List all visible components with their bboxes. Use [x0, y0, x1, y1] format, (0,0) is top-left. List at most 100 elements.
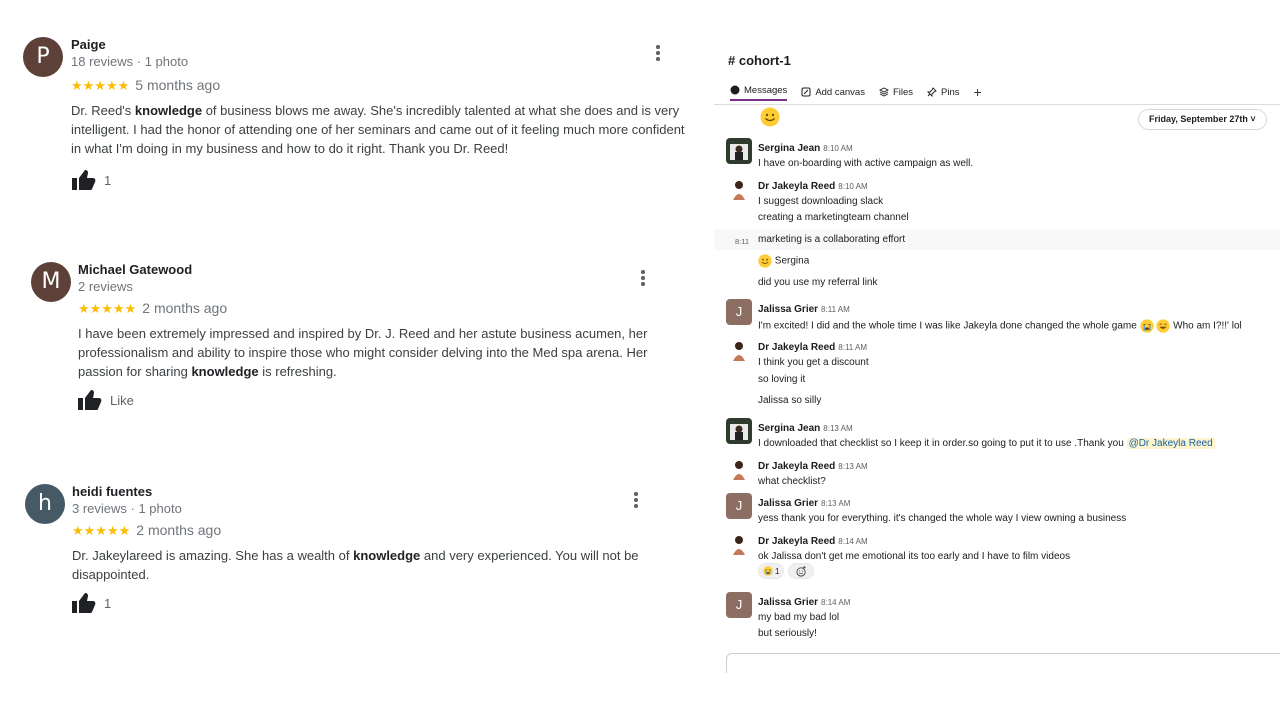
reviewer-meta: 2 reviews [78, 279, 133, 294]
message-text: did you use my referral link [758, 277, 878, 288]
crying-emoji-icon [1139, 319, 1154, 333]
sender-name[interactable]: Jalissa Grier [758, 597, 818, 608]
reviewer-name[interactable]: Paige [71, 37, 106, 52]
more-options-icon[interactable] [640, 270, 646, 286]
avatar[interactable]: J [726, 493, 752, 519]
star-rating: ★★★★★ [78, 302, 137, 317]
avatar[interactable] [726, 337, 752, 363]
like-button[interactable]: 1 [72, 593, 111, 613]
add-tab-button[interactable]: + [974, 83, 982, 101]
avatar[interactable]: J [726, 592, 752, 618]
avatar[interactable] [726, 138, 752, 164]
tab-label: Messages [744, 84, 788, 96]
timestamp[interactable]: 8:10 AM [823, 144, 852, 153]
message-text: what checklist? [758, 476, 826, 487]
message-composer[interactable] [726, 653, 1280, 673]
avatar[interactable]: P [23, 37, 63, 77]
sender-name[interactable]: Sergina Jean [758, 423, 820, 434]
more-options-icon[interactable] [633, 492, 639, 508]
message-text: I'm excited! I did and the whole time I … [758, 319, 1242, 333]
sender-name[interactable]: Dr Jakeyla Reed [758, 181, 835, 192]
smile-emoji-icon [758, 254, 772, 268]
timestamp[interactable]: 8:10 AM [838, 182, 867, 191]
reaction-crying[interactable]: 1 [758, 563, 785, 579]
review-text: I have been extremely impressed and insp… [78, 326, 648, 379]
avatar[interactable] [726, 456, 752, 482]
avatar[interactable]: M [31, 262, 71, 302]
message-text: I have on-boarding with active campaign … [758, 158, 974, 169]
review-date: 2 months ago [136, 522, 222, 538]
thumbs-up-icon [72, 170, 96, 190]
date-divider-button[interactable]: Friday, September 27th ˅ [1138, 109, 1267, 130]
avatar[interactable] [726, 418, 752, 444]
laughing-emoji-icon [1156, 319, 1171, 333]
timestamp[interactable]: 8:14 AM [838, 537, 867, 546]
thumbs-up-icon [72, 593, 96, 613]
add-emoji-icon [796, 565, 806, 577]
avatar[interactable]: J [726, 299, 752, 325]
canvas-icon [801, 87, 811, 97]
chevron-down-icon: ˅ [1250, 114, 1256, 124]
sender-name[interactable]: Dr Jakeyla Reed [758, 536, 835, 547]
reviewer-name[interactable]: heidi fuentes [72, 484, 152, 499]
avatar[interactable]: h [25, 484, 65, 524]
review-text: Dr. Jakeylareed is amazing. She has a we… [72, 548, 639, 582]
sender-name[interactable]: Dr Jakeyla Reed [758, 461, 835, 472]
channel-title[interactable]: # cohort-1 [728, 53, 791, 68]
sender-name[interactable]: Jalissa Grier [758, 498, 818, 509]
tab-label: Pins [941, 86, 960, 98]
tab-messages[interactable]: Messages [730, 83, 788, 101]
reviewer-name[interactable]: Michael Gatewood [78, 262, 192, 277]
message-text: ok Jalissa don't get me emotional its to… [758, 551, 1071, 562]
like-count: 1 [104, 172, 112, 188]
star-rating: ★★★★★ [72, 524, 131, 539]
message-text: so loving it [758, 374, 806, 385]
user-mention[interactable]: @Dr Jakeyla Reed [1126, 438, 1215, 449]
sender-name[interactable]: Sergina Jean [758, 143, 820, 154]
message-text: yess thank you for everything. it's chan… [758, 513, 1127, 524]
review-text: Dr. Reed's knowledge of business blows m… [71, 103, 685, 156]
rating-row: ★★★★★ 2 months ago [78, 300, 227, 317]
reviewer-meta: 3 reviews · 1 photo [72, 501, 182, 516]
like-button[interactable]: Like [78, 390, 134, 410]
timestamp[interactable]: 8:13 AM [838, 462, 867, 471]
message-text: creating a marketingteam channel [758, 212, 909, 223]
message-text: I downloaded that checklist so I keep it… [758, 438, 1215, 449]
files-icon [878, 87, 889, 97]
timestamp[interactable]: 8:11 AM [821, 305, 850, 314]
avatar[interactable] [726, 176, 752, 202]
add-reaction-button[interactable] [788, 563, 815, 579]
message-text: but seriously! [758, 628, 817, 639]
pin-icon [927, 87, 937, 97]
thumbs-up-icon [78, 390, 102, 410]
sender-name[interactable]: Dr Jakeyla Reed [758, 342, 835, 353]
message-text: Jalissa so silly [758, 395, 822, 406]
avatar[interactable] [726, 531, 752, 557]
keyword-highlight: knowledge [191, 364, 259, 379]
rating-row: ★★★★★ 2 months ago [72, 522, 221, 539]
tab-files[interactable]: Files [878, 83, 914, 101]
slack-channel-panel: # cohort-1 Messages Add canvas Files Pin… [714, 0, 1280, 720]
reaction-count: 1 [775, 566, 780, 576]
like-button[interactable]: 1 [72, 170, 111, 190]
tab-add-canvas[interactable]: Add canvas [801, 83, 865, 101]
review-date: 5 months ago [135, 77, 221, 93]
crying-emoji-icon [763, 566, 773, 576]
keyword-highlight: knowledge [134, 103, 203, 118]
timestamp[interactable]: 8:14 AM [821, 598, 850, 607]
rating-row: ★★★★★ 5 months ago [71, 77, 220, 94]
review-date: 2 months ago [142, 300, 228, 316]
timestamp[interactable]: 8:11 AM [838, 343, 867, 352]
message-text: Sergina [758, 254, 809, 268]
more-options-icon[interactable] [655, 45, 661, 61]
sender-name[interactable]: Jalissa Grier [758, 304, 818, 315]
message-text: marketing is a collaborating effort [758, 234, 906, 245]
keyword-highlight: knowledge [353, 548, 421, 563]
channel-tabs: Messages Add canvas Files Pins + [730, 83, 982, 101]
timestamp[interactable]: 8:11 [735, 237, 749, 246]
timestamp[interactable]: 8:13 AM [821, 499, 850, 508]
timestamp[interactable]: 8:13 AM [823, 424, 852, 433]
tab-pins[interactable]: Pins [927, 83, 960, 101]
like-label: Like [110, 392, 134, 408]
tab-label: Files [892, 86, 914, 98]
